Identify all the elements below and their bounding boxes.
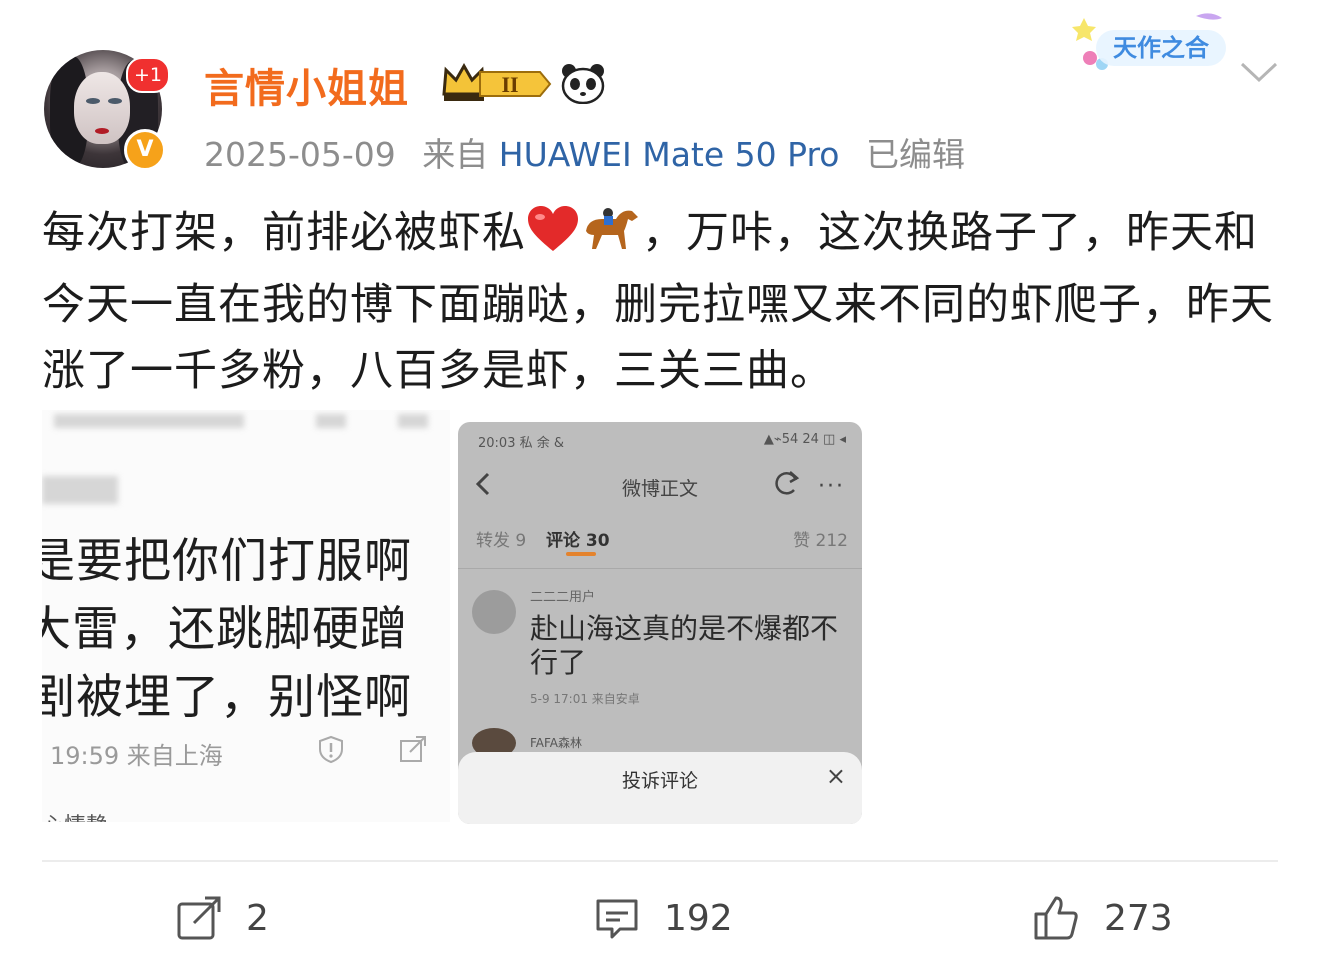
- image1-bottom-fragment: 心情静: [42, 808, 108, 822]
- horse-racing-icon: [580, 205, 642, 272]
- image1-meta: 19:59 来自上海: [50, 742, 223, 770]
- level-badge-text: II: [501, 72, 518, 97]
- image2-comment-text: 赴山海这真的是不爆都不 行了: [530, 612, 838, 680]
- heart-icon: [526, 205, 580, 272]
- complaint-sheet: 投诉评论 ×: [458, 752, 862, 824]
- comment-icon: [594, 895, 640, 941]
- verified-badge-icon: V: [124, 129, 166, 171]
- repost-icon: [176, 895, 222, 941]
- post-date: 2025-05-09: [204, 135, 396, 174]
- post-image-2[interactable]: 20:03 私 余 & ▲⌁54 24 ◫ ◂ 微博正文 ··· 转发 9 评论…: [458, 422, 862, 824]
- source-prefix: 来自: [422, 135, 489, 174]
- commenter-avatar: [472, 590, 516, 634]
- image2-comment-line2: 行了: [530, 646, 587, 679]
- device-link[interactable]: HUAWEI Mate 50 Pro: [499, 135, 840, 174]
- like-count: 273: [1104, 897, 1173, 939]
- panda-icon: [560, 62, 606, 105]
- like-button[interactable]: 273: [1032, 890, 1173, 946]
- image2-tab-comment: 评论 30: [546, 531, 610, 551]
- image2-tab-like: 赞 212: [793, 531, 848, 551]
- post-meta: 2025-05-09 来自 HUAWEI Mate 50 Pro 已编辑: [204, 128, 965, 176]
- image2-comment-line1: 赴山海这真的是不爆都不: [530, 612, 839, 645]
- notification-badge: +1: [126, 57, 170, 93]
- edited-label[interactable]: 已编辑: [866, 135, 965, 174]
- tab-indicator: [566, 552, 596, 556]
- repost-button[interactable]: 2: [176, 890, 269, 946]
- post-text-part1: 每次打架，前排必被虾私: [42, 208, 526, 258]
- image2-sheet-title: 投诉评论: [621, 770, 698, 792]
- report-icon: [316, 734, 346, 768]
- image1-line1: 是要把你们打服啊: [42, 534, 412, 589]
- image2-comment-meta: 5-9 17:01 来自安卓: [530, 692, 640, 706]
- post-image-1[interactable]: 是要把你们打服啊 大雷，还跳脚硬蹭 剧被埋了，别怪啊 19:59 来自上海 心情…: [42, 410, 450, 822]
- share-icon: [398, 734, 428, 768]
- thumbs-up-icon: [1032, 894, 1080, 942]
- image2-comment-user: 二二二用户: [530, 590, 596, 605]
- image1-line3: 剧被埋了，别怪啊: [42, 670, 412, 725]
- more-icon: ···: [818, 474, 845, 499]
- chevron-down-icon[interactable]: [1238, 58, 1280, 86]
- username[interactable]: 言情小姐姐: [204, 56, 409, 114]
- sheet-close-icon: ×: [825, 762, 846, 790]
- comment-count: 192: [664, 897, 733, 939]
- level-crown-badge: II: [440, 60, 552, 106]
- refresh-icon: [772, 468, 802, 502]
- decor-badge: 天作之合: [1066, 8, 1236, 78]
- image2-status-time: 20:03 私 余 &: [478, 436, 564, 451]
- post-text: 每次打架，前排必被虾私 ，万咔，这次换路子了，昨天和今天一直在我的博下面蹦哒，删完…: [42, 200, 1282, 404]
- image2-status-right: ▲⌁54 24 ◫ ◂: [763, 432, 846, 447]
- repost-count: 2: [246, 897, 269, 939]
- image1-line2: 大雷，还跳脚硬蹭: [42, 602, 408, 657]
- divider: [42, 860, 1278, 862]
- decor-badge-text: 天作之合: [1113, 34, 1210, 62]
- comment-button[interactable]: 192: [594, 890, 733, 946]
- image2-second-user: FAFA森林: [530, 736, 583, 750]
- image2-tab-repost: 转发 9: [476, 531, 527, 551]
